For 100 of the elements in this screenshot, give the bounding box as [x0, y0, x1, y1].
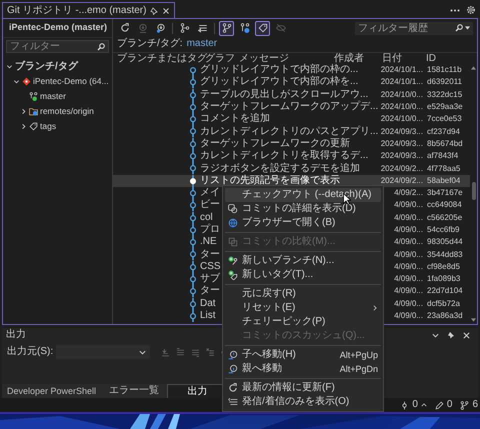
table-cell: List [200, 311, 216, 322]
tree-item[interactable]: remotes/origin [3, 104, 112, 119]
details-icon [228, 204, 238, 214]
tree-item[interactable]: iPentec-Demo (64... [3, 74, 112, 89]
list-icon [198, 23, 208, 33]
history-filter-field[interactable]: フィルター履歴 [355, 22, 473, 34]
caret-icon[interactable] [20, 108, 27, 115]
search-icon [455, 24, 463, 32]
table-cell: ラジオボタンを設定するデモを追加 [200, 164, 360, 174]
menu-item[interactable]: チェリーピック(P) [225, 315, 381, 329]
table-cell-text: cf237d94 [426, 128, 461, 136]
column-header[interactable]: メッセージ [239, 52, 289, 64]
tree-item[interactable]: ブランチ/タグ [3, 59, 112, 74]
dropdown-icon[interactable] [432, 332, 439, 338]
status-item[interactable]: 0 [434, 399, 452, 411]
caret-icon[interactable] [465, 26, 470, 30]
caret-icon[interactable] [20, 123, 27, 130]
document-tab[interactable]: Git リポジトリ -...emo (master) [2, 2, 176, 18]
tree-item[interactable]: tags [3, 119, 112, 134]
pin-icon[interactable] [447, 331, 455, 339]
globe-icon [228, 218, 238, 228]
column-header[interactable]: グラフ [205, 52, 235, 64]
table-cell-text: 4f778aa5 [426, 164, 462, 173]
table-cell: ビー [200, 200, 220, 210]
menu-item[interactable]: 子へ移動(H) Alt+PgUp [225, 348, 381, 362]
navigate-down-icon [228, 364, 238, 374]
new-branch-icon [228, 256, 238, 266]
table-cell: ター [200, 286, 220, 296]
table-cell-text: 3b47167e [426, 189, 464, 198]
tag-toggle[interactable] [255, 20, 270, 36]
caret-icon[interactable] [13, 78, 20, 85]
table-cell-text: af7843f4 [426, 152, 460, 160]
menu-item[interactable]: 新しいタグ(T)... [225, 268, 381, 282]
table-cell: ター [200, 250, 220, 260]
shortcut-text: Alt+PgUp [340, 350, 378, 360]
status-item[interactable]: 6 [460, 399, 478, 411]
new-tag-icon [228, 270, 238, 280]
column-header[interactable]: ID [426, 52, 436, 64]
status-item[interactable]: 0 [400, 399, 427, 411]
table-cell: col [200, 212, 213, 223]
table-cell-text: dcf5b72a [426, 300, 461, 308]
repository-title: iPentec-Demo (master) [9, 21, 108, 34]
column-header[interactable]: 日付 [382, 52, 402, 64]
download-icon [138, 23, 148, 33]
table-cell: カレントディレクトリを取得するデ... [200, 151, 368, 162]
table-cell-text: 58abef04 [426, 176, 462, 185]
source-label: 出力元(S): [7, 347, 54, 357]
clear-all-icon[interactable] [206, 348, 216, 356]
menu-item[interactable]: 親へ移動 Alt+PgDn [225, 362, 381, 376]
repository-icon [22, 77, 31, 86]
refresh-icon [228, 383, 238, 393]
previous-message-icon[interactable] [176, 348, 186, 356]
compare-icon [228, 237, 238, 247]
caret-icon[interactable] [6, 63, 13, 70]
pin-icon[interactable] [150, 6, 158, 14]
menu-item[interactable]: チェックアウト (--detach)(A) [225, 188, 381, 202]
table-cell-text: 7cce0e53 [426, 115, 463, 124]
branch-icon [29, 92, 38, 101]
close-icon[interactable] [463, 332, 470, 338]
table-cell-text: 3544dd83 [426, 250, 464, 259]
panel-tab[interactable]: Developer PowerShell [2, 384, 102, 398]
column-header[interactable]: 作成者 [334, 52, 364, 64]
branch-toggle[interactable] [219, 20, 234, 36]
settings-icon[interactable] [466, 5, 476, 15]
menu-item[interactable]: 最新の情報に更新(F) [225, 381, 381, 395]
table-cell-text: 4/09/0... [393, 312, 423, 320]
tree-item[interactable]: master [3, 89, 112, 104]
table-cell: プロ [200, 225, 220, 235]
menu-item[interactable]: 発信/着信のみを表示(O) [225, 395, 381, 409]
commit-row[interactable]: リストの先頭記号を画像で表示 2024/09/2... 58abef04 [113, 174, 470, 187]
find-message-icon[interactable] [161, 348, 170, 356]
table-cell: リストの先頭記号を画像で表示 [200, 176, 340, 186]
table-cell-text: 2024/10/0... [380, 90, 423, 99]
panel-tab[interactable]: エラー一覧 [101, 384, 168, 398]
close-icon[interactable] [162, 6, 170, 14]
menu-item[interactable]: 元に戻す(R) [225, 287, 381, 301]
scroll-up-icon[interactable] [471, 66, 476, 70]
column-header[interactable]: ブランチまたはタグ [117, 52, 207, 64]
table-cell-text: cf98e8d5 [426, 262, 461, 271]
menu-item[interactable]: リセット(E) [225, 301, 381, 315]
commit-icon [400, 400, 410, 410]
branch-icon [240, 23, 250, 33]
table-cell-text: c566205e [426, 214, 464, 222]
next-message-icon[interactable] [191, 348, 200, 356]
table-cell-text: 22d7d104 [426, 287, 464, 296]
menu-item[interactable]: ブラウザーで開く(B) [225, 216, 381, 230]
table-cell: .NE [200, 237, 217, 248]
refresh-icon [120, 23, 130, 33]
menu-item[interactable]: コミットの詳細を表示(D) [225, 202, 381, 216]
caret-icon [420, 402, 427, 408]
tag-icon [29, 122, 38, 131]
filter-field[interactable]: フィルター [6, 40, 109, 53]
table-cell-text: 4/09/0... [393, 201, 423, 210]
table-cell-text: 4/09/0... [393, 262, 423, 271]
table-cell-text: 2024/10/0... [380, 115, 423, 124]
table-cell: カレントディレクトリのパスとアプリ... [200, 126, 378, 137]
table-cell: CSS [200, 262, 221, 272]
scroll-down-icon[interactable] [471, 318, 476, 322]
menu-item[interactable]: 新しいブランチ(N)... [225, 254, 381, 268]
more-icon[interactable] [450, 8, 460, 12]
